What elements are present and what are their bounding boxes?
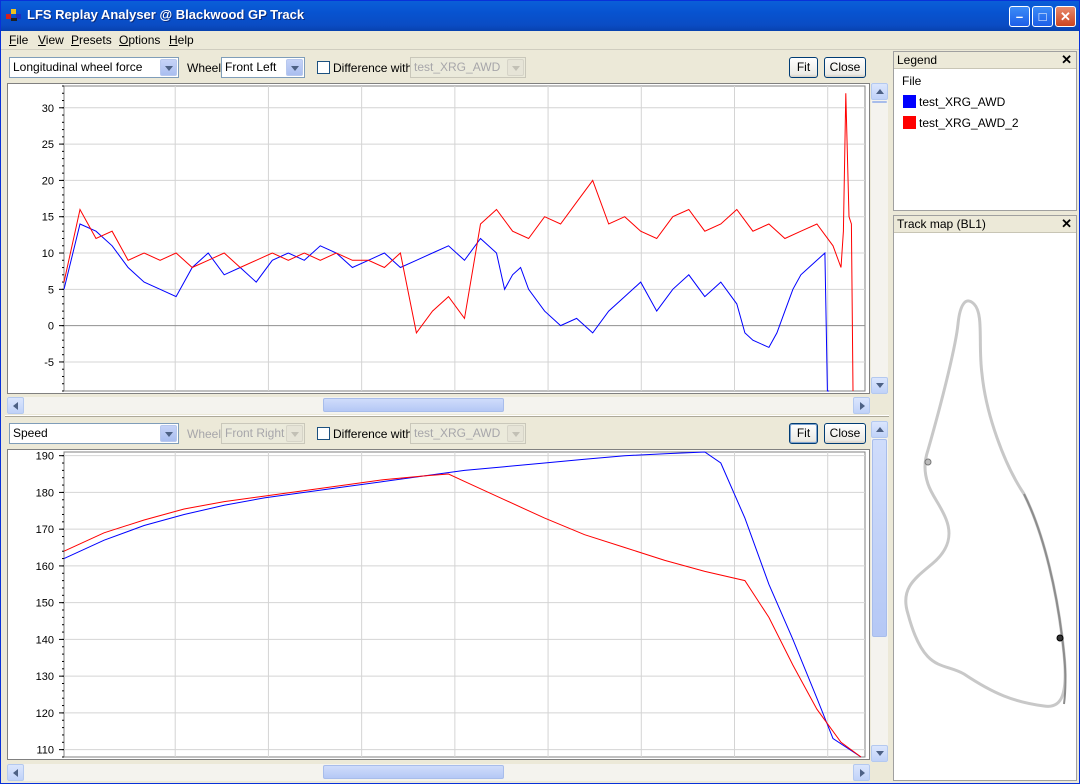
- y-tick-label: 180: [36, 487, 54, 499]
- track-map: [904, 299, 1067, 708]
- track-map-panel: Track map (BL1) ✕: [893, 215, 1077, 781]
- scroll-right-button[interactable]: [853, 764, 870, 781]
- top-fit-button[interactable]: Fit: [789, 57, 818, 78]
- y-tick-label: 150: [36, 598, 54, 610]
- bottom-close-button[interactable]: Close: [824, 423, 866, 444]
- bottom-horizontal-scrollbar[interactable]: [7, 764, 870, 781]
- menu-file[interactable]: File: [9, 33, 28, 47]
- top-horizontal-scrollbar[interactable]: [7, 397, 870, 414]
- y-tick-label: 190: [36, 451, 54, 463]
- legend-swatch: [903, 95, 916, 108]
- minimize-button[interactable]: –: [1009, 6, 1030, 27]
- scroll-thumb[interactable]: [872, 101, 887, 103]
- chevron-down-icon: [507, 59, 524, 76]
- y-tick-label: 20: [42, 175, 54, 187]
- menu-bar: File View Presets Options Help: [1, 31, 1079, 50]
- top-channel-select[interactable]: Longitudinal wheel force: [9, 57, 179, 78]
- y-tick-label: 160: [36, 561, 54, 573]
- chevron-down-icon: [160, 59, 177, 76]
- maximize-icon: □: [1038, 9, 1047, 24]
- bottom-wheel-select[interactable]: Front Right: [221, 423, 305, 444]
- y-tick-label: 170: [36, 524, 54, 536]
- top-difference-label: Difference with: [333, 61, 413, 75]
- scroll-left-button[interactable]: [7, 764, 24, 781]
- plot-frame: [63, 85, 866, 392]
- track-outline: [904, 299, 1067, 708]
- top-wheel-select[interactable]: Front Left: [221, 57, 305, 78]
- app-icon: [6, 9, 22, 23]
- y-tick-label: 0: [48, 321, 54, 333]
- top-line-chart: -5 0 5 10 15 20 25 30: [42, 85, 866, 392]
- top-difference-select[interactable]: test_XRG_AWD: [410, 57, 526, 78]
- track-map-header: Track map (BL1) ✕: [894, 216, 1076, 233]
- top-difference-checkbox[interactable]: [317, 61, 330, 74]
- bottom-line-chart: 110 120 130 140 150 160 170 180 190: [36, 451, 866, 758]
- top-vertical-scrollbar[interactable]: [871, 83, 888, 394]
- panel-splitter[interactable]: [5, 415, 889, 417]
- bottom-plot-area[interactable]: 110 120 130 140 150 160 170 180 190: [7, 449, 870, 760]
- track-map-title: Track map (BL1): [897, 217, 986, 231]
- y-tick-label: 10: [42, 248, 54, 260]
- menu-view[interactable]: View: [38, 33, 64, 47]
- scroll-down-button[interactable]: [871, 377, 888, 394]
- y-tick-label: 110: [36, 745, 54, 757]
- track-selected-segment: [1023, 493, 1067, 705]
- bottom-wheel-label: Wheel: [187, 427, 222, 441]
- legend-item-label[interactable]: test_XRG_AWD: [919, 95, 1005, 109]
- legend-close-icon[interactable]: ✕: [1061, 52, 1072, 68]
- chevron-down-icon: [160, 425, 177, 442]
- top-wheel-label: Wheel: [187, 61, 222, 75]
- menu-presets[interactable]: Presets: [71, 33, 112, 47]
- legend-item-label[interactable]: test_XRG_AWD_2: [919, 116, 1019, 130]
- track-position-marker: [1056, 634, 1064, 642]
- bottom-fit-button[interactable]: Fit: [789, 423, 818, 444]
- top-plot-area[interactable]: -5 0 5 10 15 20 25 30: [7, 83, 870, 394]
- bottom-channel-select[interactable]: Speed: [9, 423, 179, 444]
- y-tick-label: -5: [44, 357, 54, 369]
- top-graph-panel: Longitudinal wheel force Wheel Front Lef…: [5, 53, 889, 415]
- track-map-close-icon[interactable]: ✕: [1061, 216, 1072, 232]
- y-tick-label: 120: [36, 708, 54, 720]
- y-tick-label: 30: [42, 103, 54, 115]
- scroll-up-button[interactable]: [871, 83, 888, 100]
- close-window-button[interactable]: ✕: [1055, 6, 1076, 27]
- window-title: LFS Replay Analyser @ Blackwood GP Track: [27, 7, 305, 22]
- chevron-down-icon: [286, 425, 303, 442]
- maximize-button[interactable]: □: [1032, 6, 1053, 27]
- chevron-down-icon: [286, 59, 303, 76]
- close-icon: ✕: [1060, 9, 1071, 24]
- scroll-thumb[interactable]: [872, 439, 887, 637]
- bottom-vertical-scrollbar[interactable]: [871, 421, 888, 762]
- legend-swatch: [903, 116, 916, 129]
- scroll-right-button[interactable]: [853, 397, 870, 414]
- bottom-difference-select[interactable]: test_XRG_AWD: [410, 423, 526, 444]
- scroll-thumb[interactable]: [323, 398, 504, 412]
- y-tick-label: 130: [36, 671, 54, 683]
- scroll-thumb[interactable]: [323, 765, 504, 779]
- bottom-difference-checkbox[interactable]: [317, 427, 330, 440]
- legend-panel: Legend ✕ File test_XRG_AWD test_XRG_AWD_…: [893, 51, 1077, 211]
- bottom-difference-label: Difference with: [333, 427, 413, 441]
- scroll-left-button[interactable]: [7, 397, 24, 414]
- y-tick-label: 25: [42, 139, 54, 151]
- y-tick-label: 5: [48, 284, 54, 296]
- track-marker: [924, 458, 932, 466]
- top-close-button[interactable]: Close: [824, 57, 866, 78]
- y-tick-label: 15: [42, 212, 54, 224]
- chevron-down-icon: [507, 425, 524, 442]
- menu-help[interactable]: Help: [169, 33, 194, 47]
- title-bar[interactable]: LFS Replay Analyser @ Blackwood GP Track…: [1, 1, 1079, 31]
- bottom-graph-panel: Speed Wheel Front Right Difference with …: [5, 419, 889, 783]
- minimize-icon: –: [1015, 9, 1024, 24]
- scroll-up-button[interactable]: [871, 421, 888, 438]
- legend-title: Legend: [897, 53, 938, 67]
- y-tick-label: 140: [36, 634, 54, 646]
- app-window: LFS Replay Analyser @ Blackwood GP Track…: [0, 0, 1080, 784]
- menu-options[interactable]: Options: [119, 33, 160, 47]
- scroll-down-button[interactable]: [871, 745, 888, 762]
- plot-frame: [63, 451, 866, 758]
- legend-header: Legend ✕: [894, 52, 1076, 69]
- legend-column-header: File: [902, 74, 922, 88]
